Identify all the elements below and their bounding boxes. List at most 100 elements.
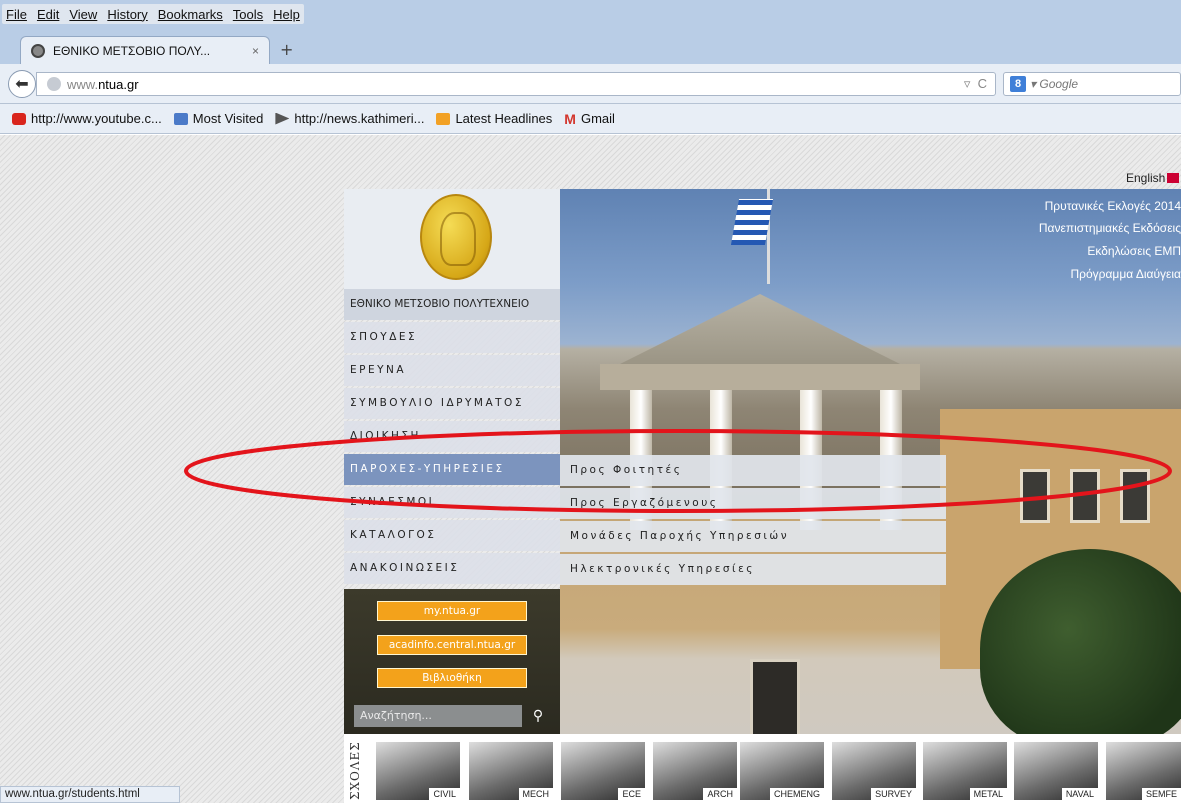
- google-plus-icon[interactable]: 8: [1010, 76, 1026, 92]
- ntua-favicon-icon: [31, 43, 45, 58]
- main-menu: ΕΘΝΙΚΟ ΜΕΤΣΟΒΙΟ ΠΟΛΥΤΕΧΝΕΙΟ ΣΠΟΥΔΕΣ ΕΡΕΥ…: [344, 289, 560, 586]
- site-search-input[interactable]: Αναζήτηση...: [354, 705, 522, 727]
- english-label: English: [1126, 171, 1166, 185]
- school-arch[interactable]: ARCH: [653, 742, 737, 800]
- school-label: ECE: [618, 788, 645, 800]
- my-ntua-button[interactable]: my.ntua.gr: [377, 601, 527, 621]
- dropdown-arrow-icon[interactable]: ▿: [964, 76, 971, 91]
- link-rector-elections[interactable]: Πρυτανικές Εκλογές 2014: [1045, 199, 1181, 213]
- english-language-link[interactable]: English: [1126, 171, 1180, 185]
- library-button[interactable]: Βιβλιοθήκη: [377, 668, 527, 688]
- url-prefix: www.: [67, 76, 99, 92]
- url-text: www.ntua.gr: [67, 77, 139, 92]
- school-semfe[interactable]: SEMFE: [1106, 742, 1181, 800]
- school-naval[interactable]: NAVAL: [1014, 742, 1098, 800]
- submenu-item-students[interactable]: Προς Φοιτητές: [560, 455, 946, 486]
- bookmark-kathimerini[interactable]: http://news.kathimeri...: [275, 111, 424, 126]
- menu-list: File Edit View History Bookmarks Tools H…: [2, 4, 304, 24]
- menu-item-administration[interactable]: ΔΙΟΙΚΗΣΗ: [344, 421, 560, 452]
- menu-item-studies[interactable]: ΣΠΟΥΔΕΣ: [344, 322, 560, 353]
- submenu-item-employees[interactable]: Προς Εργαζόμενους: [560, 488, 946, 519]
- services-submenu: Προς Φοιτητές Προς Εργαζόμενους Μονάδες …: [560, 455, 946, 587]
- menu-item-directory[interactable]: ΚΑΤΑΛΟΓΟΣ: [344, 520, 560, 551]
- window: [1070, 469, 1100, 523]
- schools-strip: ΣΧΟΛΕΣ CIVIL MECH ECE ARCH CHEMENG SURVE…: [344, 734, 1181, 803]
- school-label: MECH: [518, 788, 553, 800]
- url-bar[interactable]: www.ntua.gr ▿ C: [36, 72, 996, 96]
- menu-item-ntua[interactable]: ΕΘΝΙΚΟ ΜΕΤΣΟΒΙΟ ΠΟΛΥΤΕΧΝΕΙΟ: [344, 289, 560, 320]
- quick-links-panel: my.ntua.gr acadinfo.central.ntua.gr Βιβλ…: [344, 589, 560, 734]
- navigation-bar: ⬅ www.ntua.gr ▿ C 8 ▾ Google: [0, 64, 1181, 104]
- link-events[interactable]: Εκδηλώσεις ΕΜΠ: [1087, 244, 1181, 258]
- search-engine-label: Google: [1039, 77, 1079, 91]
- menu-bookmarks[interactable]: Bookmarks: [158, 7, 223, 22]
- door: [750, 659, 800, 734]
- tab-ntua[interactable]: ΕΘΝΙΚΟ ΜΕΤΣΟΒΙΟ ΠΟΛΥ... ×: [20, 36, 270, 64]
- menu-item-links[interactable]: ΣΥΝΔΕΣΜΟΙ: [344, 487, 560, 518]
- menu-item-announcements[interactable]: ΑΝΑΚΟΙΝΩΣΕΙΣ: [344, 553, 560, 584]
- link-diavgeia[interactable]: Πρόγραμμα Διαύγεια: [1070, 267, 1181, 281]
- bookmark-label: Most Visited: [192, 111, 264, 126]
- uk-flag-icon: [1167, 173, 1180, 183]
- gmail-icon: M: [564, 110, 576, 127]
- school-label: METAL: [969, 788, 1007, 800]
- bookmark-label: http://www.youtube.c...: [31, 111, 162, 126]
- bookmark-gmail[interactable]: M Gmail: [564, 111, 615, 127]
- pediment: [620, 294, 900, 364]
- search-engine-box[interactable]: 8 ▾ Google: [1003, 72, 1181, 96]
- menu-file[interactable]: File: [6, 7, 27, 22]
- school-survey[interactable]: SURVEY: [832, 742, 916, 800]
- search-engine-dropdown-icon[interactable]: ▾: [1030, 77, 1039, 91]
- menu-view[interactable]: View: [69, 7, 97, 22]
- bookmark-label: Latest Headlines: [455, 111, 553, 126]
- school-label: SEMFE: [1141, 788, 1181, 800]
- menu-item-council[interactable]: ΣΥΜΒΟΥΛΙΟ ΙΔΡΥΜΑΤΟΣ: [344, 388, 560, 419]
- top-links: Πρυτανικές Εκλογές 2014 Πανεπιστημιακές …: [560, 189, 1181, 287]
- school-label: CIVIL: [429, 788, 460, 800]
- school-ece[interactable]: ECE: [561, 742, 645, 800]
- school-chemeng[interactable]: CHEMENG: [740, 742, 824, 800]
- back-button[interactable]: ⬅: [8, 70, 36, 98]
- menu-item-services[interactable]: ΠΑΡΟΧΕΣ-ΥΠΗΡΕΣΙΕΣ: [344, 454, 560, 485]
- menu-history[interactable]: History: [107, 7, 147, 22]
- window: [1020, 469, 1050, 523]
- rss-icon: [436, 112, 451, 125]
- menu-tools[interactable]: Tools: [233, 7, 263, 22]
- search-icon[interactable]: ⚲: [528, 706, 548, 726]
- browser-menubar: File Edit View History Bookmarks Tools H…: [0, 0, 1181, 30]
- entablature: [600, 364, 920, 390]
- new-tab-button[interactable]: +: [280, 40, 293, 59]
- acadinfo-button[interactable]: acadinfo.central.ntua.gr: [377, 635, 527, 655]
- bookmark-label: http://news.kathimeri...: [294, 111, 425, 126]
- menu-help[interactable]: Help: [273, 7, 300, 22]
- menu-edit[interactable]: Edit: [37, 7, 59, 22]
- youtube-icon: [12, 112, 26, 125]
- bookmark-latest-headlines[interactable]: Latest Headlines: [436, 111, 552, 126]
- logo-area[interactable]: [344, 189, 560, 289]
- school-mech[interactable]: MECH: [469, 742, 553, 800]
- bookmark-most-visited[interactable]: Most Visited: [173, 111, 264, 126]
- bookmark-youtube[interactable]: http://www.youtube.c...: [12, 111, 162, 126]
- reload-icon[interactable]: C: [978, 76, 987, 91]
- status-bar: www.ntua.gr/students.html: [0, 786, 180, 803]
- url-host: ntua.gr: [98, 76, 139, 92]
- tab-strip: ΕΘΝΙΚΟ ΜΕΤΣΟΒΙΟ ΠΟΛΥ... × +: [0, 30, 1181, 64]
- kathimerini-icon: [275, 112, 290, 125]
- window: [1120, 469, 1150, 523]
- school-civil[interactable]: CIVIL: [376, 742, 460, 800]
- submenu-item-service-units[interactable]: Μονάδες Παροχής Υπηρεσιών: [560, 521, 946, 552]
- school-metal[interactable]: METAL: [923, 742, 1007, 800]
- tab-title: ΕΘΝΙΚΟ ΜΕΤΣΟΒΙΟ ΠΟΛΥ...: [53, 43, 211, 58]
- back-arrow-icon: ⬅: [15, 74, 29, 93]
- submenu-item-e-services[interactable]: Ηλεκτρονικές Υπηρεσίες: [560, 554, 946, 585]
- link-publications[interactable]: Πανεπιστημιακές Εκδόσεις: [1039, 221, 1181, 235]
- school-label: ARCH: [703, 788, 737, 800]
- ntua-seal-logo: [420, 194, 492, 280]
- most-visited-icon: [173, 112, 188, 125]
- page-content: English Πρυτανικές Εκλογές 2014 Πανεπιστ…: [0, 135, 1181, 803]
- url-actions: ▿ C: [964, 76, 987, 92]
- schools-label: ΣΧΟΛΕΣ: [348, 741, 366, 800]
- globe-icon: [47, 77, 61, 91]
- menu-item-research[interactable]: ΕΡΕΥΝΑ: [344, 355, 560, 386]
- tab-close-icon[interactable]: ×: [252, 44, 259, 58]
